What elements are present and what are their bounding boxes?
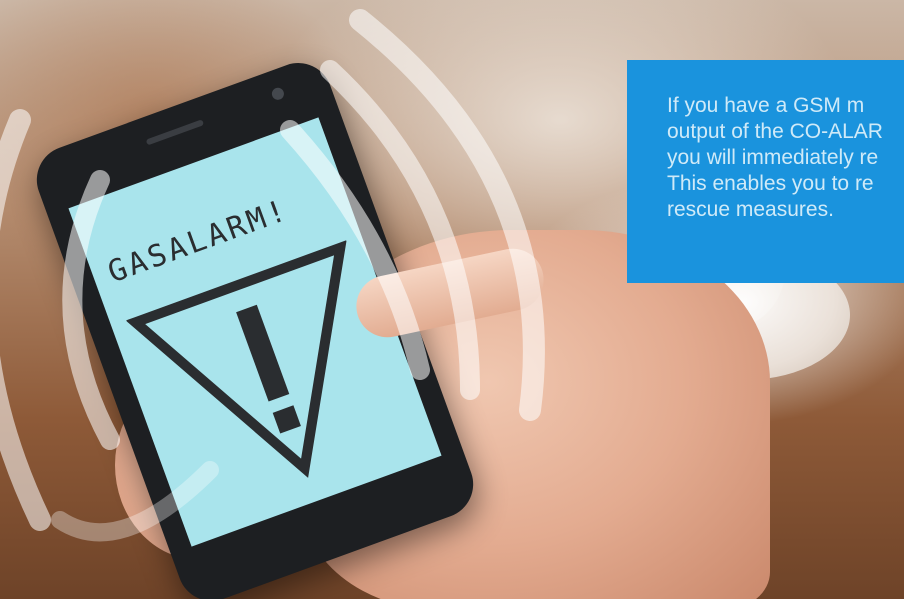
info-box: If you have a GSM m output of the CO-ALA… (627, 60, 904, 283)
info-text: If you have a GSM m output of the CO-ALA… (667, 94, 883, 221)
photo-background: GASALARM! If you have a GSM m output of … (0, 0, 904, 599)
